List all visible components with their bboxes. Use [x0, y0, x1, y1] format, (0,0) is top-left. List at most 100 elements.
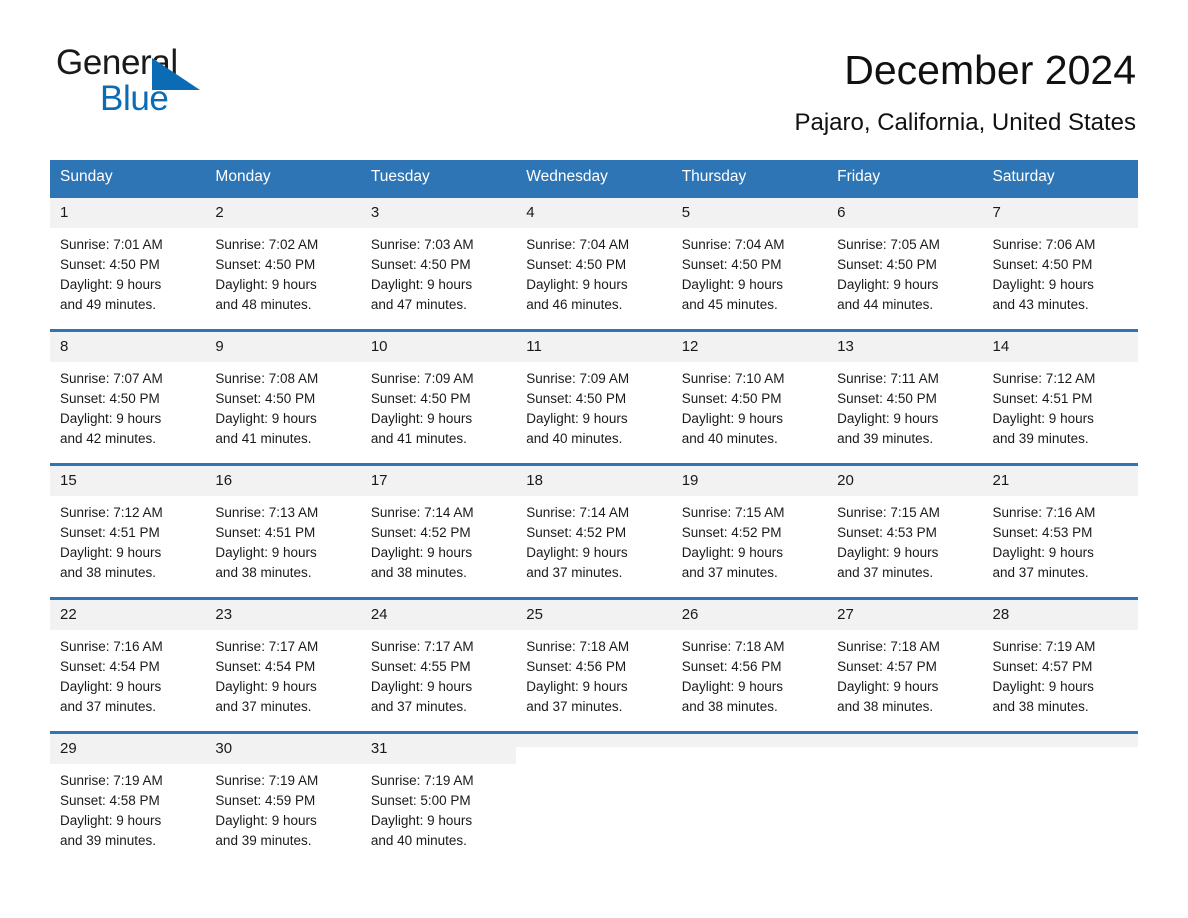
- day-cell[interactable]: 2 Sunrise: 7:02 AM Sunset: 4:50 PM Daylight…: [205, 195, 361, 331]
- page-title: December 2024: [844, 47, 1136, 93]
- day-cell[interactable]: 26 Sunrise: 7:18 AM Sunset: 4:56 PM Dayligh…: [671, 597, 828, 733]
- daylight-text-line2: and 41 minutes.: [215, 431, 312, 446]
- day-cell[interactable]: 18 Sunrise: 7:14 AM Sunset: 4:52 PM Dayligh…: [516, 463, 672, 599]
- sunrise-text: Sunrise: 7:09 AM: [526, 371, 630, 386]
- daylight-text-line1: Daylight: 9 hours: [370, 545, 473, 560]
- day-details: Sunrise: 7:18 AM Sunset: 4:56 PM Daylight:…: [672, 630, 827, 717]
- daylight-text-line1: Daylight: 9 hours: [992, 277, 1094, 292]
- sunset-text: Sunset: 4:54 PM: [60, 659, 160, 674]
- calendar-week-row: 8 Sunrise: 7:07 AM Sunset: 4:50 PM Daylight…: [50, 329, 1138, 465]
- day-cell[interactable]: 25 Sunrise: 7:18 AM Sunset: 4:56 PM Dayligh…: [516, 597, 672, 733]
- daylight-text-line1: Daylight: 9 hours: [681, 679, 783, 694]
- daylight-text-line2: and 45 minutes.: [681, 297, 778, 312]
- sunrise-text: Sunrise: 7:17 AM: [370, 639, 474, 654]
- sunset-text: Sunset: 4:58 PM: [60, 793, 160, 808]
- day-cell[interactable]: 1 Sunrise: 7:01 AM Sunset: 4:50 PM Daylight…: [50, 195, 206, 331]
- sunrise-text: Sunrise: 7:18 AM: [526, 639, 630, 654]
- sunrise-text: Sunrise: 7:02 AM: [215, 237, 319, 252]
- sunset-text: Sunset: 4:50 PM: [60, 257, 160, 272]
- sunrise-text: Sunrise: 7:18 AM: [681, 639, 785, 654]
- day-cell-empty: [982, 731, 1138, 859]
- sunset-text: Sunset: 4:51 PM: [215, 525, 316, 540]
- sunset-text: Sunset: 4:50 PM: [215, 257, 316, 272]
- day-number: [982, 734, 1138, 747]
- day-cell[interactable]: 4 Sunrise: 7:04 AM Sunset: 4:50 PM Daylight…: [516, 195, 672, 331]
- daylight-text-line2: and 40 minutes.: [526, 431, 623, 446]
- sunset-text: Sunset: 4:52 PM: [681, 525, 782, 540]
- day-cell[interactable]: 20 Sunrise: 7:15 AM Sunset: 4:53 PM Dayligh…: [827, 463, 983, 599]
- general-blue-logo[interactable]: General Blue: [56, 44, 246, 124]
- daylight-text-line1: Daylight: 9 hours: [526, 277, 628, 292]
- daylight-text-line2: and 37 minutes.: [992, 565, 1089, 580]
- day-number: 13: [827, 332, 983, 362]
- day-number: 14: [982, 332, 1138, 362]
- day-number: 23: [205, 600, 361, 630]
- sunrise-text: Sunrise: 7:19 AM: [60, 773, 163, 788]
- day-cell[interactable]: 12 Sunrise: 7:10 AM Sunset: 4:50 PM Dayligh…: [671, 329, 828, 465]
- day-cell[interactable]: 13 Sunrise: 7:11 AM Sunset: 4:50 PM Dayligh…: [827, 329, 983, 465]
- daylight-text-line1: Daylight: 9 hours: [370, 679, 473, 694]
- daylight-text-line1: Daylight: 9 hours: [992, 679, 1094, 694]
- day-details: Sunrise: 7:12 AM Sunset: 4:51 PM Daylight:…: [50, 496, 205, 583]
- day-number: 4: [516, 198, 672, 228]
- weekday-header-tuesday: Tuesday: [360, 160, 517, 197]
- daylight-text-line1: Daylight: 9 hours: [370, 813, 473, 828]
- sunset-text: Sunset: 4:50 PM: [837, 391, 937, 406]
- day-details: Sunrise: 7:17 AM Sunset: 4:55 PM Daylight:…: [361, 630, 516, 717]
- day-cell[interactable]: 5 Sunrise: 7:04 AM Sunset: 4:50 PM Daylight…: [671, 195, 828, 331]
- day-details: Sunrise: 7:09 AM Sunset: 4:50 PM Daylight:…: [516, 362, 671, 449]
- daylight-text-line2: and 38 minutes.: [992, 699, 1089, 714]
- day-number: 6: [827, 198, 983, 228]
- day-number: 15: [50, 466, 206, 496]
- sunset-text: Sunset: 4:52 PM: [370, 525, 471, 540]
- sunrise-text: Sunrise: 7:01 AM: [60, 237, 163, 252]
- day-cell[interactable]: 10 Sunrise: 7:09 AM Sunset: 4:50 PM Dayligh…: [360, 329, 517, 465]
- day-cell[interactable]: 29 Sunrise: 7:19 AM Sunset: 4:58 PM Dayligh…: [50, 731, 206, 859]
- sunset-text: Sunset: 4:56 PM: [526, 659, 627, 674]
- sunrise-text: Sunrise: 7:15 AM: [681, 505, 785, 520]
- day-cell[interactable]: 11 Sunrise: 7:09 AM Sunset: 4:50 PM Dayligh…: [516, 329, 672, 465]
- day-details: Sunrise: 7:19 AM Sunset: 4:58 PM Daylight:…: [50, 764, 205, 851]
- day-cell[interactable]: 6 Sunrise: 7:05 AM Sunset: 4:50 PM Daylight…: [827, 195, 983, 331]
- daylight-text-line2: and 47 minutes.: [370, 297, 467, 312]
- day-number: 8: [50, 332, 206, 362]
- day-cell[interactable]: 15 Sunrise: 7:12 AM Sunset: 4:51 PM Dayligh…: [50, 463, 206, 599]
- daylight-text-line2: and 39 minutes.: [60, 833, 157, 848]
- day-details: Sunrise: 7:16 AM Sunset: 4:54 PM Daylight:…: [50, 630, 205, 717]
- sunset-text: Sunset: 4:50 PM: [992, 257, 1093, 272]
- day-cell[interactable]: 14 Sunrise: 7:12 AM Sunset: 4:51 PM Dayligh…: [982, 329, 1138, 465]
- day-cell[interactable]: 17 Sunrise: 7:14 AM Sunset: 4:52 PM Dayligh…: [360, 463, 517, 599]
- daylight-text-line1: Daylight: 9 hours: [837, 411, 939, 426]
- day-cell[interactable]: 27 Sunrise: 7:18 AM Sunset: 4:57 PM Dayligh…: [827, 597, 983, 733]
- day-number: 30: [205, 734, 361, 764]
- day-cell[interactable]: 19 Sunrise: 7:15 AM Sunset: 4:52 PM Dayligh…: [671, 463, 828, 599]
- day-cell[interactable]: 30 Sunrise: 7:19 AM Sunset: 4:59 PM Dayligh…: [205, 731, 361, 859]
- daylight-text-line2: and 40 minutes.: [370, 833, 467, 848]
- day-cell[interactable]: 8 Sunrise: 7:07 AM Sunset: 4:50 PM Daylight…: [50, 329, 206, 465]
- day-number: 21: [982, 466, 1138, 496]
- day-number: 27: [827, 600, 983, 630]
- day-cell[interactable]: 24 Sunrise: 7:17 AM Sunset: 4:55 PM Dayligh…: [360, 597, 517, 733]
- day-cell[interactable]: 7 Sunrise: 7:06 AM Sunset: 4:50 PM Daylight…: [982, 195, 1138, 331]
- day-cell[interactable]: 3 Sunrise: 7:03 AM Sunset: 4:50 PM Daylight…: [360, 195, 517, 331]
- day-number: 20: [827, 466, 983, 496]
- daylight-text-line2: and 43 minutes.: [992, 297, 1089, 312]
- daylight-text-line1: Daylight: 9 hours: [215, 813, 317, 828]
- sunset-text: Sunset: 4:57 PM: [837, 659, 937, 674]
- daylight-text-line2: and 40 minutes.: [681, 431, 778, 446]
- day-cell[interactable]: 31 Sunrise: 7:19 AM Sunset: 5:00 PM Dayligh…: [360, 731, 517, 859]
- day-details: Sunrise: 7:19 AM Sunset: 4:59 PM Daylight:…: [205, 764, 360, 851]
- day-cell[interactable]: 21 Sunrise: 7:16 AM Sunset: 4:53 PM Dayligh…: [982, 463, 1138, 599]
- day-number: 18: [516, 466, 672, 496]
- daylight-text-line2: and 39 minutes.: [837, 431, 934, 446]
- day-cell[interactable]: 28 Sunrise: 7:19 AM Sunset: 4:57 PM Dayligh…: [982, 597, 1138, 733]
- day-number: 2: [205, 198, 361, 228]
- day-cell[interactable]: 9 Sunrise: 7:08 AM Sunset: 4:50 PM Daylight…: [205, 329, 361, 465]
- day-cell[interactable]: 16 Sunrise: 7:13 AM Sunset: 4:51 PM Dayligh…: [205, 463, 361, 599]
- day-cell[interactable]: 22 Sunrise: 7:16 AM Sunset: 4:54 PM Dayligh…: [50, 597, 206, 733]
- sunset-text: Sunset: 4:51 PM: [60, 525, 160, 540]
- day-details: Sunrise: 7:07 AM Sunset: 4:50 PM Daylight:…: [50, 362, 205, 449]
- calendar-page: General Blue December 2024 Pajaro, Calif…: [0, 0, 1188, 918]
- day-number: 29: [50, 734, 206, 764]
- day-cell[interactable]: 23 Sunrise: 7:17 AM Sunset: 4:54 PM Dayligh…: [205, 597, 361, 733]
